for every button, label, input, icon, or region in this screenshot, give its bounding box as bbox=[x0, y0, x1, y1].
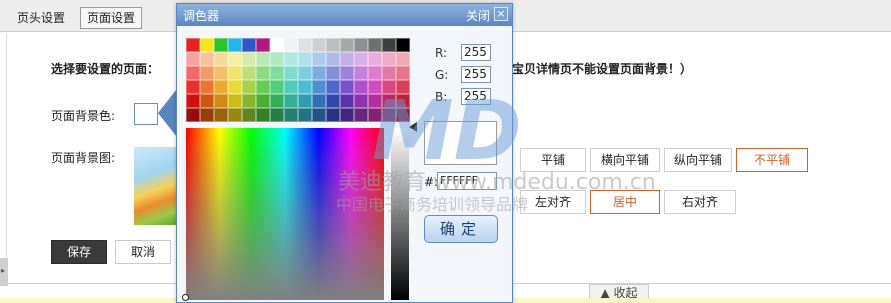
g-label: G: bbox=[435, 68, 449, 82]
r-input[interactable]: 255 bbox=[461, 44, 491, 61]
tab-header-settings[interactable]: 页头设置 bbox=[10, 7, 72, 29]
bg-color-label: 页面背景色: bbox=[51, 109, 116, 123]
dialog-title-bar[interactable]: 调色器 关闭 × bbox=[177, 4, 512, 26]
bg-color-picker-box[interactable] bbox=[134, 103, 158, 125]
spectrum-marker[interactable] bbox=[182, 294, 189, 301]
expand-handle[interactable]: ▸ bbox=[0, 258, 8, 286]
select-page-label: 选择要设置的页面： bbox=[51, 62, 160, 76]
tab-page-settings[interactable]: 页面设置 bbox=[80, 7, 143, 29]
bg-image-thumbnail[interactable] bbox=[134, 147, 176, 225]
r-label: R: bbox=[435, 46, 448, 60]
watermark-line2: 中国电子商务培训领导品牌 bbox=[336, 195, 529, 214]
expand-arrow-icon: ▸ bbox=[1, 266, 6, 275]
dialog-close-link[interactable]: 关闭 bbox=[466, 7, 490, 24]
repeat-option-no-repeat[interactable]: 不平铺 bbox=[736, 148, 808, 172]
cancel-button[interactable]: 取消 bbox=[115, 240, 171, 264]
dialog-title: 调色器 bbox=[183, 9, 220, 23]
settings-note: 宝贝详情页不能设置页面背景！） bbox=[512, 62, 693, 76]
save-button[interactable]: 保存 bbox=[51, 240, 107, 264]
ok-button[interactable]: 确定 bbox=[424, 215, 498, 243]
g-input[interactable]: 255 bbox=[461, 66, 491, 83]
bg-image-label: 页面背景图: bbox=[51, 151, 116, 165]
align-option-right[interactable]: 右对齐 bbox=[664, 190, 736, 214]
close-icon[interactable]: × bbox=[494, 7, 508, 21]
repeat-option-vertical[interactable]: 纵向平铺 bbox=[664, 148, 732, 172]
